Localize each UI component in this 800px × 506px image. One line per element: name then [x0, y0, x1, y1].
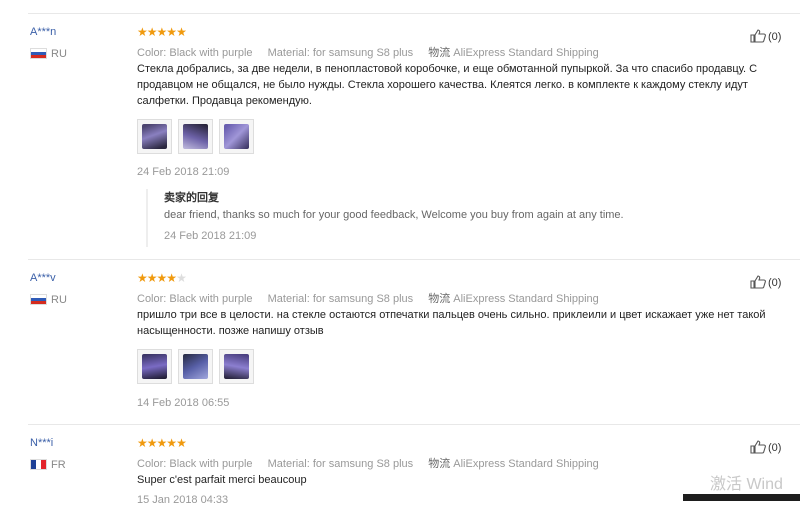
- review-photos: [137, 349, 254, 384]
- russia-flag-icon: [30, 48, 47, 59]
- helpful-count: (0): [768, 31, 782, 43]
- order-info: Color: Black with purple Material: for s…: [137, 455, 611, 471]
- thumbs-up-icon: [750, 275, 766, 289]
- order-info: Color: Black with purple Material: for s…: [137, 44, 611, 60]
- russia-flag-icon: [30, 294, 47, 305]
- shipping-method: AliExpress Standard Shipping: [453, 293, 599, 305]
- reply-title: 卖家的回复: [164, 192, 219, 204]
- shipping-info: 物流 AliExpress Standard Shipping: [428, 47, 599, 59]
- review-text: Super c'est parfait merci beaucoup: [137, 474, 307, 486]
- review-text: Стекла добрались, за две недели, в пеноп…: [137, 63, 758, 107]
- star-icon: ★: [156, 25, 168, 39]
- helpful-count: (0): [768, 277, 782, 289]
- star-icon: ★: [146, 271, 158, 285]
- star-icon: ★: [166, 271, 177, 285]
- material-info: Material: for samsung S8 plus: [267, 47, 414, 59]
- shipping-label: 物流: [428, 47, 451, 59]
- material-info: Material: for samsung S8 plus: [267, 458, 414, 470]
- order-info: Color: Black with purple Material: for s…: [137, 290, 611, 306]
- review-photo[interactable]: [219, 119, 254, 154]
- star-rating: ★★★★★: [137, 25, 187, 39]
- helpful-button[interactable]: (0): [750, 275, 781, 289]
- shipping-label: 物流: [428, 293, 451, 305]
- os-activation-watermark: 激活 Wind: [710, 476, 783, 493]
- shipping-method: AliExpress Standard Shipping: [453, 458, 599, 470]
- country: RU: [30, 48, 67, 60]
- star-icon: ★: [166, 436, 177, 450]
- review-photo[interactable]: [219, 349, 254, 384]
- shipping-method: AliExpress Standard Shipping: [453, 47, 599, 59]
- star-empty-icon: ★: [176, 271, 187, 285]
- star-icon: ★: [137, 271, 148, 285]
- divider: [28, 13, 800, 14]
- helpful-button[interactable]: (0): [750, 440, 781, 454]
- thumbs-up-icon: [750, 440, 766, 454]
- review-date: 15 Jan 2018 04:33: [137, 494, 229, 506]
- review-photo[interactable]: [178, 119, 213, 154]
- review-text: пришло три все в целости. на стекле оста…: [137, 309, 766, 337]
- color-info: Color: Black with purple: [137, 293, 253, 305]
- review-item: A***n RU ★★★★★ Color: Black with purple …: [0, 26, 800, 256]
- country-code: FR: [51, 459, 66, 471]
- seller-reply: 卖家的回复 dear friend, thanks so much for yo…: [146, 189, 788, 247]
- shipping-info: 物流 AliExpress Standard Shipping: [428, 458, 599, 470]
- star-icon: ★: [137, 25, 148, 39]
- star-rating: ★★★★★: [137, 271, 187, 285]
- watermark-strip: [683, 494, 800, 501]
- country: FR: [30, 459, 66, 471]
- divider: [28, 259, 800, 260]
- review-photo[interactable]: [178, 349, 213, 384]
- user-name[interactable]: A***n: [30, 26, 56, 38]
- feedback-list: A***n RU ★★★★★ Color: Black with purple …: [0, 0, 800, 506]
- country-code: RU: [51, 48, 67, 60]
- user-name[interactable]: N***i: [30, 437, 53, 449]
- review-photo[interactable]: [137, 349, 172, 384]
- thumbs-up-icon: [750, 29, 766, 43]
- review-date: 14 Feb 2018 06:55: [137, 397, 230, 409]
- divider: [28, 424, 800, 425]
- reply-date: 24 Feb 2018 21:09: [164, 230, 257, 242]
- star-icon: ★: [176, 25, 187, 39]
- color-info: Color: Black with purple: [137, 458, 253, 470]
- france-flag-icon: [30, 459, 47, 470]
- review-item: A***v RU ★★★★★ Color: Black with purple …: [0, 272, 800, 422]
- user-name[interactable]: A***v: [30, 272, 56, 284]
- country-code: RU: [51, 294, 67, 306]
- star-icon: ★: [156, 436, 168, 450]
- helpful-button[interactable]: (0): [750, 29, 781, 43]
- reply-text: dear friend, thanks so much for your goo…: [164, 209, 624, 221]
- star-icon: ★: [166, 25, 177, 39]
- review-photo[interactable]: [137, 119, 172, 154]
- star-icon: ★: [176, 436, 187, 450]
- review-item: N***i FR ★★★★★ Color: Black with purple …: [0, 436, 800, 506]
- material-info: Material: for samsung S8 plus: [267, 293, 414, 305]
- review-photos: [137, 119, 254, 154]
- star-icon: ★: [146, 25, 158, 39]
- shipping-info: 物流 AliExpress Standard Shipping: [428, 293, 599, 305]
- star-icon: ★: [146, 436, 158, 450]
- star-rating: ★★★★★: [137, 436, 187, 450]
- color-info: Color: Black with purple: [137, 47, 253, 59]
- star-icon: ★: [156, 271, 168, 285]
- helpful-count: (0): [768, 442, 782, 454]
- review-date: 24 Feb 2018 21:09: [137, 166, 230, 178]
- star-icon: ★: [137, 436, 148, 450]
- country: RU: [30, 294, 67, 306]
- shipping-label: 物流: [428, 458, 451, 470]
